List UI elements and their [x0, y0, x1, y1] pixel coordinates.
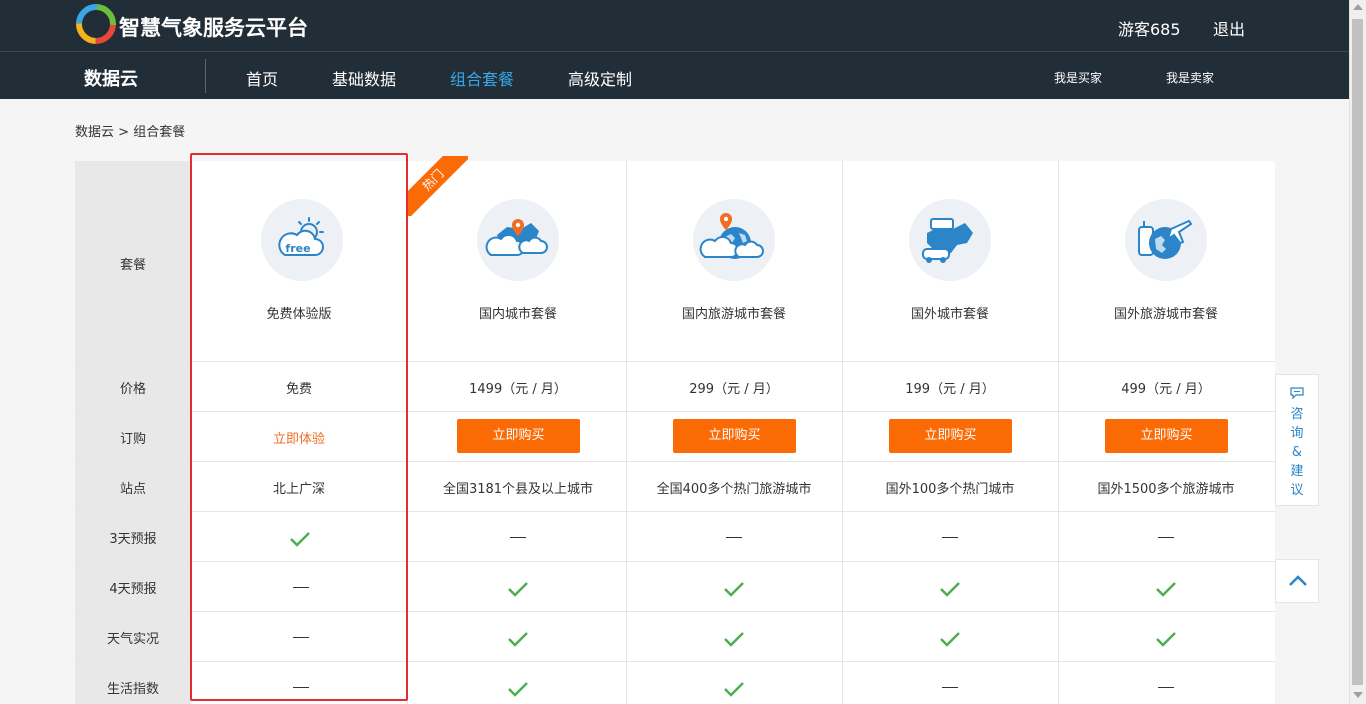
china-map-pin-icon [477, 199, 559, 281]
price-value: 299（元 / 月） [689, 382, 779, 397]
consult-label: 咨 询 & 建 议 [1276, 405, 1318, 500]
package-name: 国外旅游城市套餐 [1113, 307, 1218, 322]
check-icon [724, 632, 744, 647]
consult-char: & [1291, 445, 1303, 460]
price-value: 1499（元 / 月） [469, 382, 567, 397]
check-icon [508, 682, 528, 697]
hot-ribbon: 热门 [408, 156, 468, 216]
buy-now-button[interactable]: 立即购买 [1105, 419, 1228, 453]
dash-icon [726, 537, 742, 538]
user-name[interactable]: 游客685 [1118, 16, 1181, 40]
check-icon [1156, 582, 1176, 597]
top-header: 智慧气象服务云平台 游客685 退出 [0, 0, 1349, 51]
nav-item-packages[interactable]: 组合套餐 [450, 66, 514, 90]
row-label-package: 套餐 [119, 258, 146, 273]
price-value: 499（元 / 月） [1121, 382, 1211, 397]
price-value: 199（元 / 月） [905, 382, 995, 397]
stations-value: 国外1500多个旅游城市 [1097, 482, 1235, 497]
dash-icon [1158, 687, 1174, 688]
breadcrumb: 数据云 > 组合套餐 [75, 121, 185, 140]
logo-icon[interactable] [76, 4, 116, 44]
package-column-domestic-city: 国内城市套餐 1499（元 / 月） 立即购买 全国3181个县及以上城市 [410, 161, 626, 704]
site-name: 智慧气象服务云平台 [119, 16, 308, 40]
dash-icon [510, 537, 526, 538]
nav-item-basic-data[interactable]: 基础数据 [332, 66, 396, 90]
check-icon [940, 632, 960, 647]
package-column-domestic-travel: 国内旅游城市套餐 299（元 / 月） 立即购买 全国400多个热门旅游城市 [626, 161, 842, 704]
row-label-3day: 3天预报 [109, 532, 157, 547]
hot-badge: 热门 [408, 156, 468, 216]
row-label-realtime: 天气实况 [106, 632, 159, 647]
nav-brand[interactable]: 数据云 [84, 65, 138, 91]
consult-char: 咨 [1290, 407, 1304, 422]
stations-value: 全国3181个县及以上城市 [442, 482, 594, 497]
stations-value: 全国400多个热门旅游城市 [656, 482, 812, 497]
package-column-foreign-travel: 国外旅游城市套餐 499（元 / 月） 立即购买 国外1500多个旅游城市 [1058, 161, 1274, 704]
check-icon [724, 582, 744, 597]
consult-char: 询 [1290, 426, 1304, 441]
scroll-down-arrow-icon[interactable] [1353, 692, 1363, 698]
consult-feedback-button[interactable]: 咨 询 & 建 议 [1275, 374, 1319, 506]
buy-now-button[interactable]: 立即购买 [457, 419, 580, 453]
row-label-life-index: 生活指数 [106, 682, 159, 697]
dash-icon [1158, 537, 1174, 538]
breadcrumb-root[interactable]: 数据云 [75, 125, 114, 140]
car-map-icon [909, 199, 991, 281]
package-name: 国内旅游城市套餐 [681, 307, 786, 322]
row-label-column: 套餐 价格 订购 站点 3天预报 4天预报 天气实况 生活指数 [75, 161, 191, 704]
stations-value: 国外100多个热门城市 [885, 482, 1015, 497]
dash-icon [942, 687, 958, 688]
package-name: 国外城市套餐 [910, 307, 989, 322]
breadcrumb-separator: > [114, 125, 134, 140]
globe-pin-icon [693, 199, 775, 281]
buyer-link[interactable]: 我是买家 [1054, 69, 1102, 86]
package-column-foreign-city: 国外城市套餐 199（元 / 月） 立即购买 国外100多个热门城市 [842, 161, 1058, 704]
chevron-up-icon [1289, 575, 1307, 586]
buy-now-button[interactable]: 立即购买 [673, 419, 796, 453]
main-nav: 数据云 首页 基础数据 组合套餐 高级定制 我是买家 我是卖家 [0, 51, 1349, 99]
back-to-top-button[interactable] [1275, 559, 1319, 603]
luggage-plane-icon [1125, 199, 1207, 281]
scrollbar-thumb[interactable] [1352, 19, 1363, 685]
check-icon [508, 582, 528, 597]
row-label-stations: 站点 [119, 482, 146, 497]
check-icon [724, 682, 744, 697]
package-name: 国内城市套餐 [478, 307, 557, 322]
chat-bubble-icon [1290, 387, 1304, 399]
consult-char: 建 [1290, 464, 1304, 479]
scroll-up-arrow-icon[interactable] [1353, 4, 1363, 10]
nav-divider [205, 59, 206, 93]
check-icon [1156, 632, 1176, 647]
consult-char: 议 [1290, 483, 1304, 498]
nav-item-home[interactable]: 首页 [246, 66, 278, 90]
row-label-order: 订购 [119, 432, 146, 447]
row-label-price: 价格 [119, 382, 146, 397]
seller-link[interactable]: 我是卖家 [1166, 69, 1214, 86]
buy-now-button[interactable]: 立即购买 [889, 419, 1012, 453]
check-icon [508, 632, 528, 647]
check-icon [940, 582, 960, 597]
row-label-4day: 4天预报 [109, 582, 157, 597]
selection-highlight [190, 153, 408, 701]
breadcrumb-current: 组合套餐 [133, 125, 186, 140]
logout-link[interactable]: 退出 [1213, 16, 1245, 40]
dash-icon [942, 537, 958, 538]
nav-item-custom[interactable]: 高级定制 [568, 66, 632, 90]
